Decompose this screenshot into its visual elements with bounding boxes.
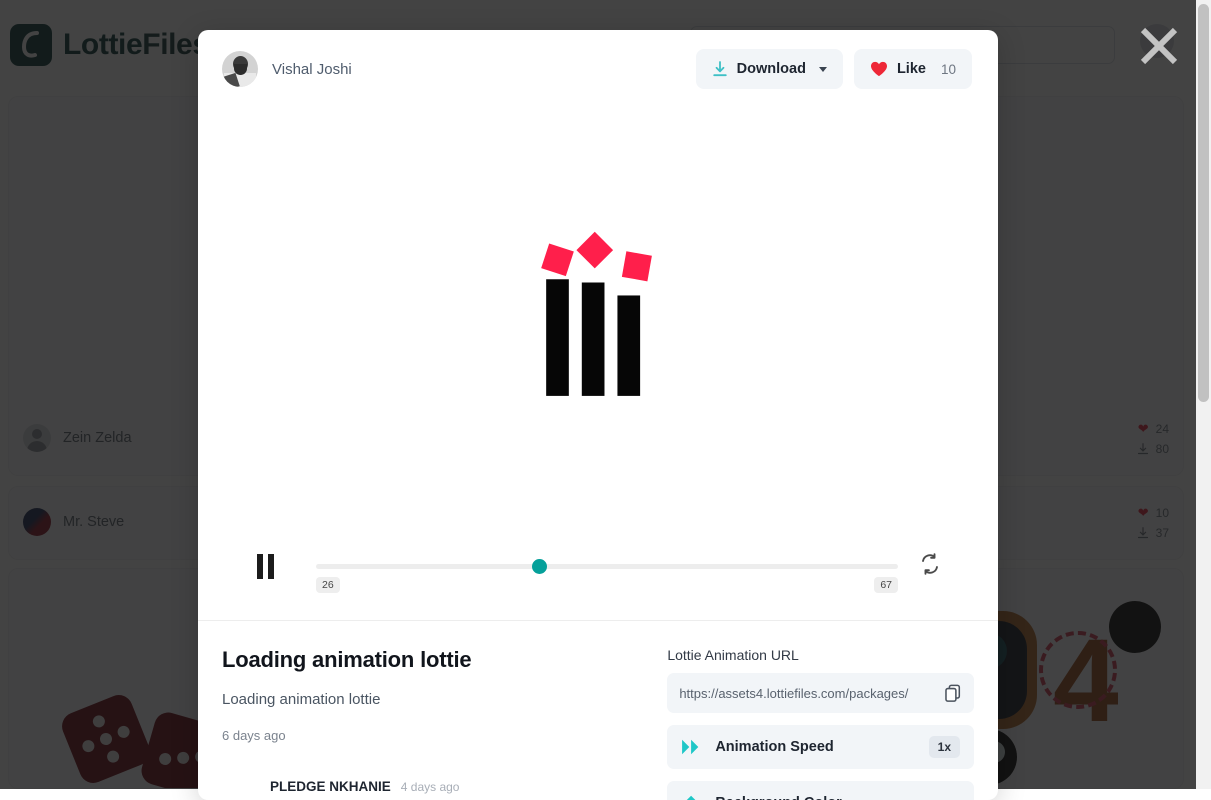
page-scrollbar[interactable] xyxy=(1196,0,1211,789)
download-button[interactable]: Download xyxy=(696,49,843,89)
animation-speed-value[interactable]: 1x xyxy=(929,736,960,758)
background-color-row[interactable]: Background Color xyxy=(667,781,974,800)
heart-icon xyxy=(870,61,888,77)
like-button[interactable]: Like 10 xyxy=(854,49,972,89)
close-icon xyxy=(1136,23,1182,69)
loading-bars-animation xyxy=(546,250,650,396)
comment-item: PLEDGE NKHANIE 4 days ago wow nice... xyxy=(222,779,657,800)
animation-title: Loading animation lottie xyxy=(222,647,657,673)
download-label: Download xyxy=(737,61,806,77)
progress-track[interactable] xyxy=(316,564,898,569)
animation-preview-stage[interactable] xyxy=(198,108,998,538)
chevron-down-icon[interactable] xyxy=(819,67,827,72)
paint-drop-icon xyxy=(681,793,703,800)
animation-description: Loading animation lottie xyxy=(222,691,657,708)
comment-author: PLEDGE NKHANIE xyxy=(270,779,391,794)
fast-forward-icon xyxy=(681,738,703,756)
frame-end-badge: 67 xyxy=(874,577,898,593)
animation-speed-label: Animation Speed xyxy=(715,739,833,755)
modal-header: Vishal Joshi Download Like 10 xyxy=(198,30,998,108)
url-field-label: Lottie Animation URL xyxy=(667,647,974,663)
loop-toggle-button[interactable] xyxy=(918,552,946,580)
progress-slider[interactable]: 26 67 xyxy=(316,564,898,569)
animation-detail-modal: Vishal Joshi Download Like 10 xyxy=(198,30,998,800)
animation-created-time: 6 days ago xyxy=(222,728,657,743)
scrollbar-thumb[interactable] xyxy=(1198,4,1209,402)
frame-start-badge: 26 xyxy=(316,577,340,593)
progress-thumb[interactable] xyxy=(532,559,547,574)
author-avatar[interactable] xyxy=(222,51,258,87)
url-field[interactable] xyxy=(667,673,974,713)
pause-button[interactable] xyxy=(250,551,280,581)
background-color-label: Background Color xyxy=(715,795,841,800)
player-controls: 26 67 xyxy=(198,538,998,620)
close-modal-button[interactable] xyxy=(1133,20,1185,72)
copy-icon[interactable] xyxy=(944,684,962,703)
details-sidebar: Lottie Animation URL Animation Speed 1x xyxy=(667,647,974,800)
like-count: 10 xyxy=(941,62,956,77)
download-icon xyxy=(712,61,728,78)
animation-speed-row[interactable]: Animation Speed 1x xyxy=(667,725,974,769)
header-actions: Download Like 10 xyxy=(696,49,972,89)
url-input[interactable] xyxy=(679,686,944,701)
details-main: Loading animation lottie Loading animati… xyxy=(222,647,657,800)
like-label: Like xyxy=(897,61,926,77)
loop-icon xyxy=(918,552,942,576)
author-name[interactable]: Vishal Joshi xyxy=(272,61,352,78)
details-section: Loading animation lottie Loading animati… xyxy=(198,621,998,800)
comment-time: 4 days ago xyxy=(401,780,460,794)
